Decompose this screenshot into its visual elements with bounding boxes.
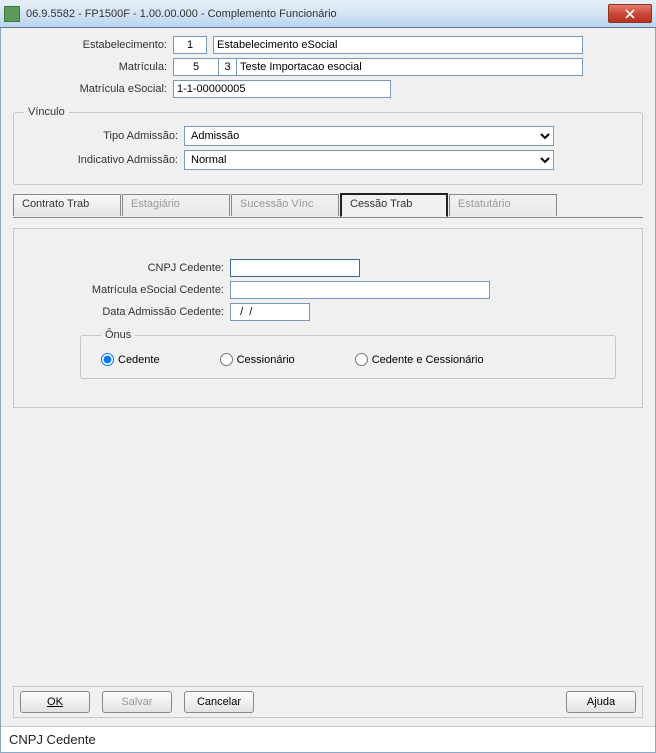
window-titlebar: 06.9.5582 - FP1500F - 1.00.00.000 - Comp…	[0, 0, 656, 28]
cancelar-button[interactable]: Cancelar	[184, 691, 254, 713]
tab-strip: Contrato Trab Estagiário Sucessão Vínc C…	[13, 193, 643, 218]
ajuda-button[interactable]: Ajuda	[566, 691, 636, 713]
indicativo-admissao-select[interactable]: Normal	[184, 150, 554, 170]
matricula-sub[interactable]	[219, 58, 237, 76]
tab-estatutario[interactable]: Estatutário	[449, 194, 557, 216]
radio-cedente-cessionario-label: Cedente e Cessionário	[372, 354, 484, 366]
tab-content-cessao: CNPJ Cedente: Matrícula eSocial Cedente:…	[13, 228, 643, 408]
radio-cessionario-label: Cessionário	[237, 354, 295, 366]
matricula-label: Matrícula:	[13, 61, 173, 73]
indicativo-admissao-label: Indicativo Admissão:	[24, 154, 184, 166]
salvar-button[interactable]: Salvar	[102, 691, 172, 713]
window-title: 06.9.5582 - FP1500F - 1.00.00.000 - Comp…	[26, 8, 608, 20]
onus-legend: Ônus	[101, 329, 135, 341]
tab-sucessao-vinc[interactable]: Sucessão Vínc	[231, 194, 339, 216]
radio-cedente-cessionario[interactable]: Cedente e Cessionário	[355, 353, 484, 366]
radio-cessionario-input[interactable]	[220, 353, 233, 366]
tab-estagiario[interactable]: Estagiário	[122, 194, 230, 216]
ok-button[interactable]: OK	[20, 691, 90, 713]
button-bar: OK Salvar Cancelar Ajuda	[13, 686, 643, 718]
matricula-esocial-value[interactable]	[173, 80, 391, 98]
matricula-name[interactable]	[237, 58, 583, 76]
app-icon	[4, 6, 20, 22]
radio-cedente-label: Cedente	[118, 354, 160, 366]
cnpj-cedente-label: CNPJ Cedente:	[30, 262, 230, 274]
data-admissao-cedente-label: Data Admissão Cedente:	[30, 306, 230, 318]
radio-cedente[interactable]: Cedente	[101, 353, 160, 366]
matricula-esocial-label: Matrícula eSocial:	[13, 83, 173, 95]
onus-fieldset: Ônus Cedente Cessionário Cedente e Cessi…	[80, 329, 616, 379]
close-icon	[625, 9, 635, 19]
estabelecimento-label: Estabelecimento:	[13, 39, 173, 51]
tab-cessao-trab[interactable]: Cessão Trab	[340, 193, 448, 217]
matricula-cedente-label: Matrícula eSocial Cedente:	[30, 284, 230, 296]
matricula-code[interactable]	[173, 58, 219, 76]
tipo-admissao-select[interactable]: Admissão	[184, 126, 554, 146]
vinculo-fieldset: Vínculo Tipo Admissão: Admissão Indicati…	[13, 106, 643, 185]
cnpj-cedente-input[interactable]	[230, 259, 360, 277]
radio-cessionario[interactable]: Cessionário	[220, 353, 295, 366]
window-body: Estabelecimento: Matrícula: Matrícula eS…	[0, 28, 656, 753]
status-bar: CNPJ Cedente	[1, 726, 655, 752]
matricula-cedente-input[interactable]	[230, 281, 490, 299]
data-admissao-cedente-input[interactable]	[230, 303, 310, 321]
close-button[interactable]	[608, 4, 652, 23]
estabelecimento-code[interactable]	[173, 36, 207, 54]
estabelecimento-name[interactable]	[213, 36, 583, 54]
tab-contrato-trab[interactable]: Contrato Trab	[13, 194, 121, 216]
tipo-admissao-label: Tipo Admissão:	[24, 130, 184, 142]
radio-cedente-cessionario-input[interactable]	[355, 353, 368, 366]
vinculo-legend: Vínculo	[24, 106, 69, 118]
radio-cedente-input[interactable]	[101, 353, 114, 366]
